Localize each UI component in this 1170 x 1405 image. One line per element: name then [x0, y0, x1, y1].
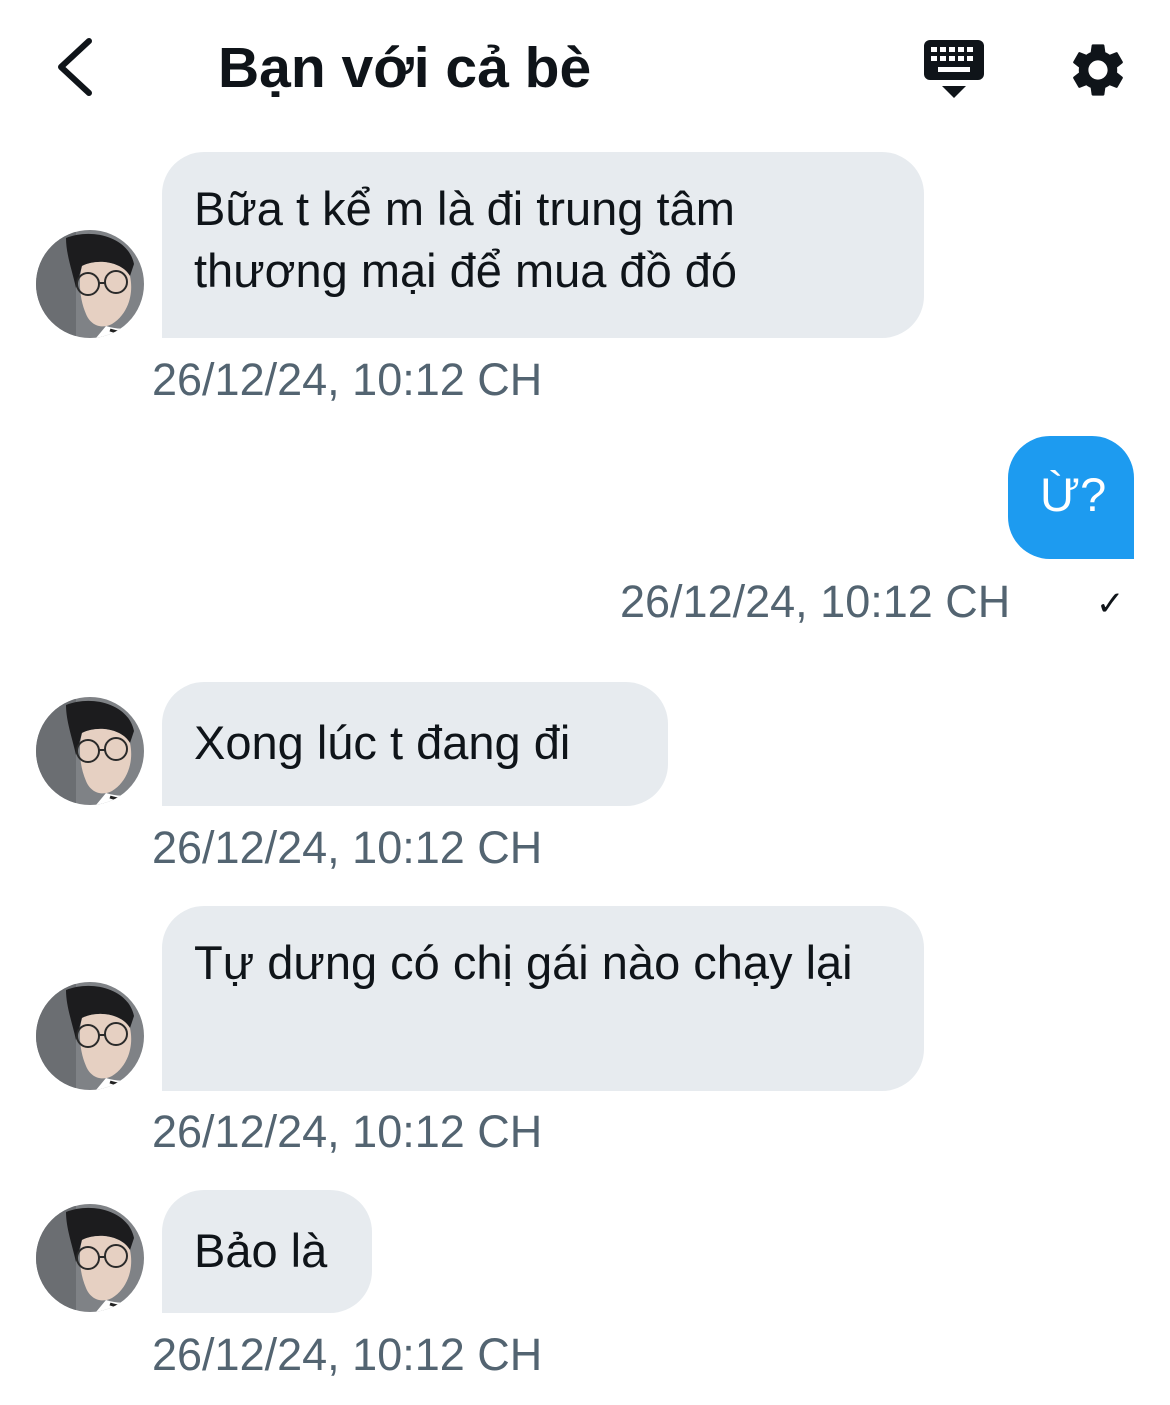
chevron-left-icon	[58, 38, 92, 96]
settings-button[interactable]	[1060, 32, 1136, 108]
avatar[interactable]	[36, 697, 144, 805]
conversation-title[interactable]: Bạn với cả bè	[218, 30, 591, 106]
message-bubble[interactable]: Tự dưng có chị gái nào chạy lại	[162, 906, 924, 1091]
avatar-photo	[36, 982, 144, 1090]
avatar[interactable]	[36, 982, 144, 1090]
avatar-photo	[36, 230, 144, 338]
message-timestamp: 26/12/24, 10:12 CH	[152, 1106, 543, 1157]
keyboard-toggle-button[interactable]	[916, 34, 992, 104]
message-bubble[interactable]: Xong lúc t đang đi	[162, 682, 668, 806]
message-text: Ừ?	[1040, 468, 1107, 521]
conversation-header: Bạn với cả bè	[0, 0, 1170, 130]
message-text: Bảo là	[194, 1224, 328, 1277]
back-button[interactable]	[38, 32, 108, 102]
message-timestamp: 26/12/24, 10:12 CH	[152, 1329, 543, 1380]
message-text: Bữa t kể m là đi trung tâm thương mại để…	[194, 182, 738, 297]
avatar-photo	[36, 1204, 144, 1312]
message-timestamp: 26/12/24, 10:12 CH	[152, 822, 543, 873]
avatar-photo	[36, 697, 144, 805]
gear-icon	[1073, 44, 1123, 96]
message-bubble[interactable]: Bữa t kể m là đi trung tâm thương mại để…	[162, 152, 924, 338]
keyboard-hide-icon	[924, 40, 984, 98]
message-text: Xong lúc t đang đi	[194, 716, 571, 769]
message-bubble[interactable]: Bảo là	[162, 1190, 372, 1313]
avatar[interactable]	[36, 230, 144, 338]
check-icon: ✓	[1096, 585, 1125, 623]
avatar[interactable]	[36, 1204, 144, 1312]
message-text: Tự dưng có chị gái nào chạy lại	[194, 936, 853, 989]
message-timestamp: 26/12/24, 10:12 CH	[152, 354, 543, 405]
message-bubble-outgoing[interactable]: Ừ?	[1008, 436, 1134, 559]
message-timestamp: 26/12/24, 10:12 CH	[620, 576, 1011, 627]
